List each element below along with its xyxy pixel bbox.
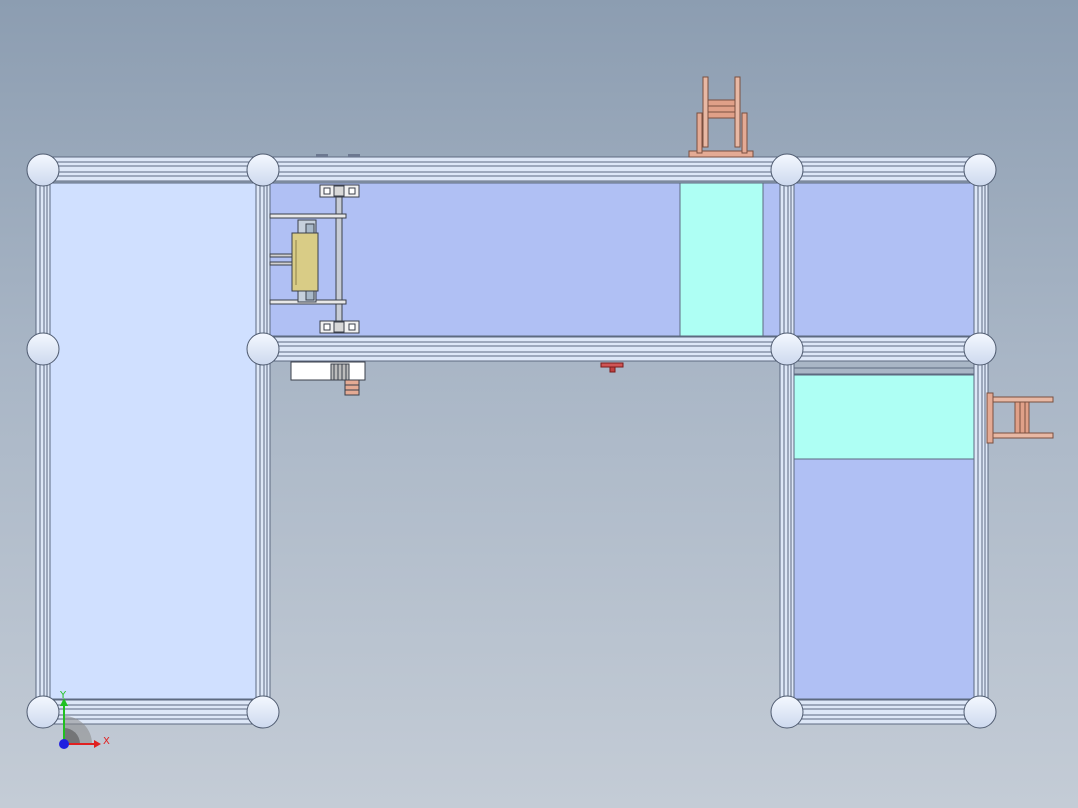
left-inner-post[interactable] bbox=[255, 169, 271, 713]
x-axis-label: X bbox=[103, 736, 110, 747]
panels bbox=[49, 182, 975, 700]
y-axis-label: Y bbox=[59, 690, 67, 701]
top-gap-panel bbox=[762, 182, 782, 337]
upper-guide-rod bbox=[269, 213, 347, 219]
node-top-left[interactable] bbox=[26, 153, 60, 187]
bottom-right-rail[interactable] bbox=[786, 699, 981, 725]
spool-right-flange bbox=[734, 76, 741, 148]
node-top-inner-left[interactable] bbox=[246, 153, 280, 187]
node-bottom-right[interactable] bbox=[963, 695, 997, 729]
spool-core[interactable] bbox=[707, 99, 736, 119]
top-middle-panel[interactable] bbox=[269, 182, 681, 337]
z-axis-dot bbox=[59, 739, 69, 749]
node-mid-inner-right[interactable] bbox=[770, 332, 804, 366]
middle-rail[interactable] bbox=[262, 336, 981, 362]
node-top-right[interactable] bbox=[963, 153, 997, 187]
right-inner-post[interactable] bbox=[779, 169, 795, 713]
side-spool-holder[interactable] bbox=[986, 392, 1054, 444]
top-spool-holder[interactable] bbox=[688, 76, 754, 158]
model-canvas[interactable]: X Y bbox=[0, 0, 1078, 808]
right-outer-post[interactable] bbox=[973, 169, 989, 713]
left-panel[interactable] bbox=[49, 182, 257, 700]
node-top-inner-right[interactable] bbox=[770, 153, 804, 187]
right-lower-panel[interactable] bbox=[793, 458, 975, 700]
top-cyan-panel[interactable] bbox=[679, 182, 764, 337]
node-bottom-inner-right[interactable] bbox=[770, 695, 804, 729]
spool-left-flange bbox=[702, 76, 709, 148]
red-fitting[interactable] bbox=[600, 362, 624, 373]
side-spool-bottom-flange bbox=[992, 432, 1054, 439]
top-rail[interactable] bbox=[41, 156, 981, 182]
side-spool-core[interactable] bbox=[1014, 401, 1030, 434]
cad-viewport[interactable]: X Y bbox=[0, 0, 1078, 808]
right-cyan-panel[interactable] bbox=[793, 374, 975, 460]
bracket-plate bbox=[290, 361, 366, 381]
top-right-panel[interactable] bbox=[793, 182, 975, 337]
node-mid-right[interactable] bbox=[963, 332, 997, 366]
gear-bracket[interactable] bbox=[290, 361, 366, 396]
side-spool-top-flange bbox=[992, 396, 1054, 403]
node-mid-inner-left[interactable] bbox=[246, 332, 280, 366]
node-bottom-left[interactable] bbox=[26, 695, 60, 729]
left-outer-post[interactable] bbox=[35, 169, 51, 713]
node-bottom-inner-left[interactable] bbox=[246, 695, 280, 729]
coupling bbox=[344, 379, 360, 396]
node-mid-left[interactable] bbox=[26, 332, 60, 366]
